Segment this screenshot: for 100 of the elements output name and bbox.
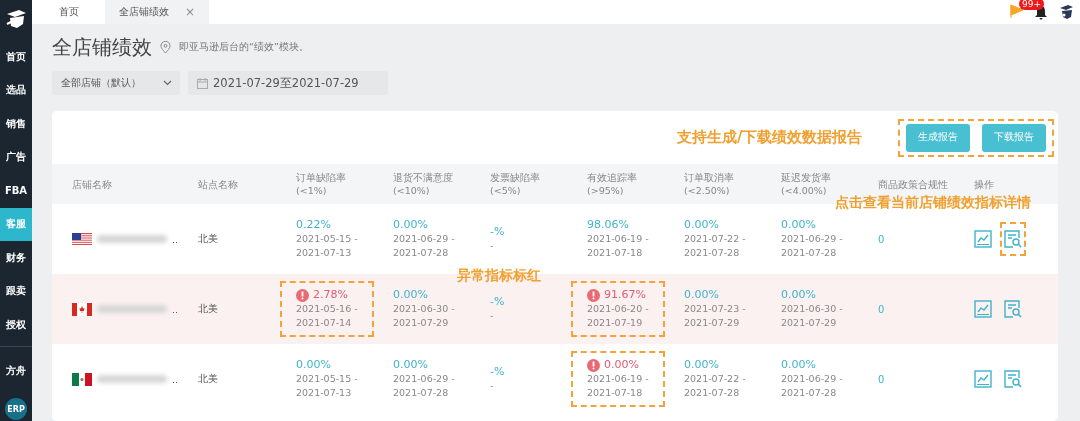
- metric-value: 0.00%: [684, 288, 719, 302]
- alert-icon: [296, 288, 309, 302]
- metric-value: 98.06%: [587, 218, 629, 232]
- metric-date: 2021-07-18: [587, 386, 644, 400]
- sidebar-item[interactable]: 方舟: [0, 354, 32, 388]
- metric-value: 2.78%: [313, 288, 348, 302]
- metric-date: 2021-07-13: [296, 246, 353, 260]
- metric-date: -: [490, 379, 495, 393]
- metric-date: 2021-07-14: [296, 316, 353, 330]
- tab[interactable]: 全店铺绩效 ×: [105, 0, 209, 24]
- column-header: 有效追踪率: [587, 171, 638, 184]
- metric-date: 2021-06-30 -: [781, 302, 843, 316]
- blurred-store-name: [97, 305, 167, 313]
- metric-value: -%: [490, 295, 505, 309]
- metric-value: 0.00%: [393, 358, 428, 372]
- column-header: 商品政策合规性: [878, 177, 949, 191]
- flag-icon[interactable]: [1010, 3, 1024, 18]
- store-dropdown[interactable]: 全部店铺（默认）: [52, 71, 180, 95]
- metric-value: 0.00%: [604, 358, 639, 372]
- metric-date: 2021-05-15 -: [296, 372, 358, 386]
- metric-value: 0.00%: [393, 218, 428, 232]
- store-name: ..: [172, 233, 179, 245]
- site-name: 北美: [198, 232, 218, 246]
- metric-value: 0.00%: [684, 358, 719, 372]
- metric-date: 2021-06-19 -: [587, 372, 649, 386]
- logo-icon[interactable]: [5, 10, 27, 30]
- column-header: 订单取消率: [684, 171, 735, 184]
- metric-date: 2021-06-29 -: [781, 372, 843, 386]
- column-threshold: (<4.00%): [781, 184, 828, 197]
- column-header: 延迟发货率: [781, 171, 832, 184]
- sidebar-item[interactable]: FBA: [0, 174, 32, 208]
- sidebar-item[interactable]: 首页: [0, 40, 32, 74]
- sidebar-item[interactable]: 选品: [0, 73, 32, 107]
- metric-value: 0.00%: [684, 218, 719, 232]
- avatar-icon[interactable]: [1058, 4, 1074, 20]
- date-range-field[interactable]: 2021-07-29至2021-07-29: [188, 71, 388, 95]
- report-search-icon[interactable]: [1004, 300, 1022, 318]
- sidebar-item[interactable]: 广告: [0, 140, 32, 174]
- compliance-value: 0: [878, 373, 885, 385]
- column-threshold: (>95%): [587, 184, 625, 197]
- us-flag-icon: [72, 232, 92, 246]
- metric-value: 0.22%: [296, 218, 331, 232]
- metric-date: 2021-07-22 -: [684, 372, 746, 386]
- column-threshold: (<10%): [393, 184, 431, 197]
- sidebar-item[interactable]: 授权: [0, 308, 32, 342]
- metric-value: -%: [490, 225, 505, 239]
- column-header: 站点名称: [198, 177, 239, 191]
- column-threshold: (<1%): [296, 184, 328, 197]
- mexico-flag-icon: [72, 372, 92, 386]
- erp-button[interactable]: ERP: [5, 398, 27, 420]
- metric-date: 2021-06-19 -: [587, 232, 649, 246]
- metric-date: 2021-07-28: [393, 246, 450, 260]
- notification-badge: 99+: [1019, 0, 1044, 10]
- metric-date: 2021-07-28: [781, 246, 838, 260]
- blurred-store-name: [97, 375, 167, 383]
- chevron-down-icon: [163, 80, 172, 86]
- metric-date: 2021-05-16 -: [296, 302, 358, 316]
- location-pin-icon: [160, 41, 171, 54]
- sidebar-item[interactable]: 销售: [0, 107, 32, 141]
- metric-date: -: [490, 239, 495, 253]
- sidebar-item[interactable]: 跟卖: [0, 274, 32, 308]
- metric-date: 2021-07-29: [684, 316, 741, 330]
- compliance-value: 0: [878, 303, 885, 315]
- metric-date: 2021-06-29 -: [781, 232, 843, 246]
- column-threshold: (<2.50%): [684, 184, 731, 197]
- chart-icon[interactable]: [974, 230, 992, 248]
- sidebar-item[interactable]: 财务: [0, 241, 32, 275]
- blurred-store-name: [97, 235, 167, 243]
- page-title: 全店铺绩效: [52, 34, 152, 61]
- store-name: ..: [172, 373, 179, 385]
- annotation-text: 支持生成/下载绩效数据报告: [677, 128, 863, 147]
- report-search-icon[interactable]: [1004, 230, 1022, 248]
- compliance-value: 0: [878, 233, 885, 245]
- metric-date: 2021-05-15 -: [296, 232, 358, 246]
- site-name: 北美: [198, 372, 218, 386]
- alert-icon: [587, 288, 600, 302]
- column-header: 发票缺陷率: [490, 171, 541, 184]
- site-name: 北美: [198, 302, 218, 316]
- metric-value: 0.00%: [393, 288, 428, 302]
- metric-date: 2021-07-28: [781, 386, 838, 400]
- column-header: 店铺名称: [72, 177, 113, 191]
- metric-date: 2021-07-28: [684, 246, 741, 260]
- metric-date: 2021-07-29: [781, 316, 838, 330]
- chart-icon[interactable]: [974, 300, 992, 318]
- metric-value: 91.67%: [604, 288, 646, 302]
- canada-flag-icon: [72, 302, 92, 316]
- page-hint: 即亚马逊后台的“绩效”模块。: [179, 41, 309, 54]
- metric-date: 2021-07-23 -: [684, 302, 746, 316]
- chart-icon[interactable]: [974, 370, 992, 388]
- metric-value: 0.00%: [781, 218, 816, 232]
- store-name: ..: [172, 303, 179, 315]
- annotation-text: 点击查看当前店铺绩效指标详情: [835, 194, 1031, 212]
- metric-date: 2021-06-29 -: [393, 372, 455, 386]
- metric-value: 0.00%: [781, 358, 816, 372]
- metric-date: 2021-07-28: [684, 386, 741, 400]
- report-search-icon[interactable]: [1004, 370, 1022, 388]
- column-header: 退货不满意度: [393, 171, 454, 184]
- metric-date: 2021-07-29: [393, 316, 450, 330]
- column-header: 操作: [974, 177, 995, 191]
- metric-date: 2021-07-18: [587, 246, 644, 260]
